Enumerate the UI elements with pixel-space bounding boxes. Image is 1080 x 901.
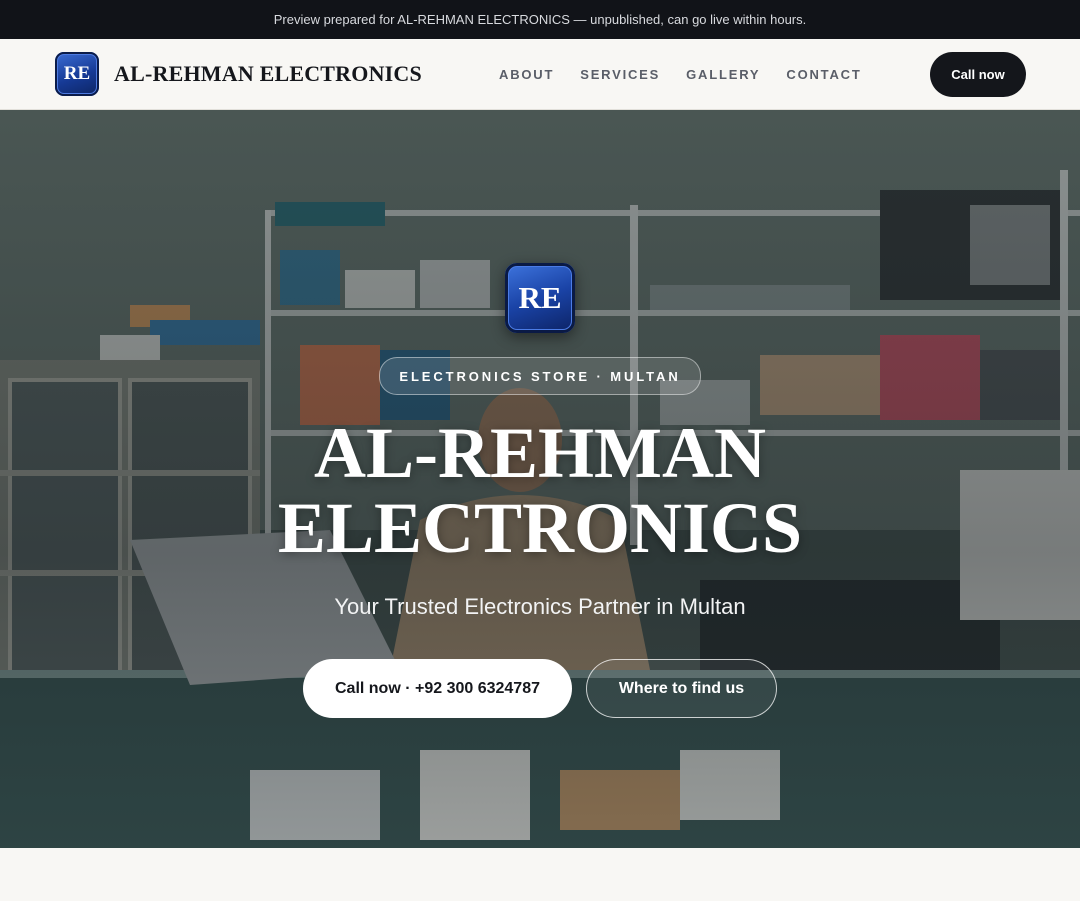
hero-actions: Call now · +92 300 6324787 Where to find… xyxy=(303,659,777,718)
brand-name[interactable]: AL-REHMAN ELECTRONICS xyxy=(114,61,422,87)
preview-banner: Preview prepared for AL-REHMAN ELECTRONI… xyxy=(0,0,1080,39)
nav-link-contact[interactable]: CONTACT xyxy=(786,67,861,82)
hero-title-line-2: ELECTRONICS xyxy=(277,488,803,568)
nav-link-about[interactable]: ABOUT xyxy=(499,67,554,82)
hero-content: RE ELECTRONICS STORE · MULTAN AL-REHMAN … xyxy=(0,110,1080,718)
below-fold-section xyxy=(0,848,1080,901)
brand[interactable]: RE AL-REHMAN ELECTRONICS xyxy=(55,52,422,96)
brand-logo[interactable]: RE xyxy=(55,52,99,96)
hero-tagline-badge: ELECTRONICS STORE · MULTAN xyxy=(379,357,701,395)
main-nav: ABOUT SERVICES GALLERY CONTACT xyxy=(499,39,888,109)
nav-link-services[interactable]: SERVICES xyxy=(580,67,660,82)
preview-banner-text: Preview prepared for AL-REHMAN ELECTRONI… xyxy=(273,12,807,27)
hero-subtitle: Your Trusted Electronics Partner in Mult… xyxy=(334,594,746,619)
hero-title: AL-REHMAN ELECTRONICS xyxy=(278,416,802,566)
site-header: RE AL-REHMAN ELECTRONICS ABOUT SERVICES … xyxy=(0,39,1080,110)
hero-section: RE ELECTRONICS STORE · MULTAN AL-REHMAN … xyxy=(0,110,1080,848)
find-us-button[interactable]: Where to find us xyxy=(586,659,777,718)
hero-title-line-1: AL-REHMAN xyxy=(314,413,766,493)
hero-logo: RE xyxy=(505,263,575,333)
nav-link-gallery[interactable]: GALLERY xyxy=(686,67,760,82)
call-phone-button[interactable]: Call now · +92 300 6324787 xyxy=(303,659,572,718)
call-now-button[interactable]: Call now xyxy=(930,52,1026,97)
